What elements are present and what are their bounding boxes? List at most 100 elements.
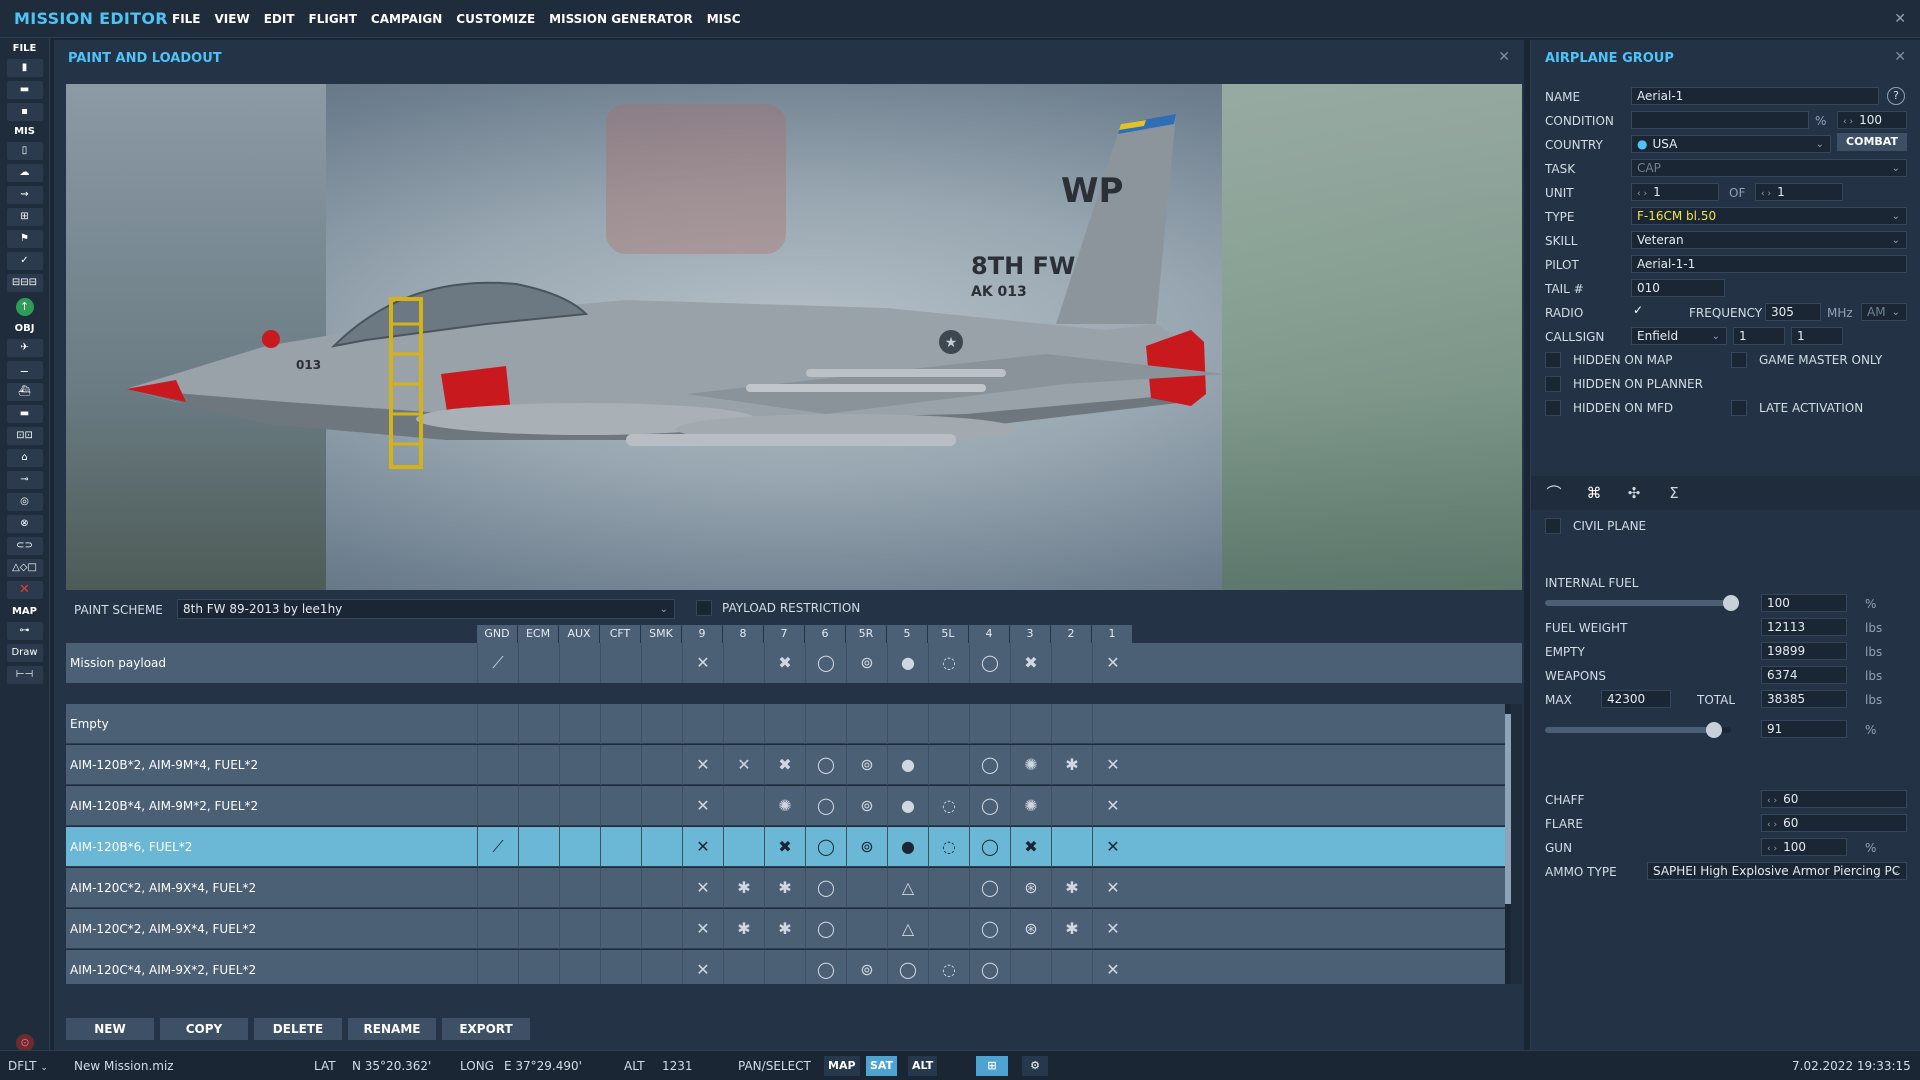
payload-restriction-checkbox[interactable] <box>696 600 712 616</box>
station-cell-5r[interactable]: ⊚ <box>846 786 886 826</box>
delete-icon[interactable]: ✕ <box>6 581 43 599</box>
station-cell-6[interactable]: ◯ <box>805 827 845 867</box>
station-cell-3[interactable]: ✺ <box>1010 745 1050 785</box>
station-cell-5l[interactable] <box>928 745 968 785</box>
airplane-icon[interactable]: ✈ <box>6 339 43 357</box>
station-cell-gnd[interactable] <box>477 950 517 984</box>
country-select[interactable]: ● USA ⌄ <box>1631 135 1831 153</box>
station-cell-5l[interactable]: ◌ <box>928 643 968 683</box>
station-cell-5r[interactable]: ⊚ <box>846 745 886 785</box>
close-icon[interactable]: ✕ <box>1894 49 1906 65</box>
station-cell-9[interactable]: ✕ <box>682 950 722 984</box>
station-cell-6[interactable]: ◯ <box>805 950 845 984</box>
triggers-icon[interactable]: ⇝ <box>6 186 43 204</box>
station-cell-ecm[interactable] <box>518 909 558 949</box>
menu-file[interactable]: FILE <box>172 12 201 26</box>
hidden-on-planner-checkbox[interactable] <box>1545 376 1561 392</box>
station-cell-2[interactable]: ✱ <box>1051 868 1091 908</box>
station-cell-5r[interactable]: ⊚ <box>846 643 886 683</box>
frequency-field[interactable]: 305 <box>1765 303 1821 321</box>
payload-row[interactable]: AIM-120B*6, FUEL*2 ⟋ ✕ ✖ ◯ ⊚ ● ◌ ◯ ✖ ✕ <box>66 827 1511 867</box>
station-cell-aux[interactable] <box>559 909 599 949</box>
station-cell-smk[interactable] <box>641 786 681 826</box>
goals-icon[interactable]: ⚑ <box>6 230 43 248</box>
ship-icon[interactable]: ⛴ <box>6 383 43 401</box>
station-cell-3[interactable]: ✖ <box>1010 643 1050 683</box>
callsign-number-field[interactable]: 1 <box>1733 327 1785 345</box>
skill-select[interactable]: Veteran ⌄ <box>1631 231 1907 249</box>
map-view-button[interactable]: MAP <box>824 1056 860 1076</box>
station-cell-4[interactable]: ◯ <box>969 868 1009 908</box>
station-cell-3[interactable]: ⊛ <box>1010 868 1050 908</box>
template-icon[interactable]: △◇□ <box>6 559 43 577</box>
station-cell-9[interactable] <box>682 704 722 744</box>
station-cell-8[interactable]: ✱ <box>723 909 763 949</box>
station-cell-5[interactable] <box>887 704 927 744</box>
station-cell-1[interactable]: ✕ <box>1092 745 1132 785</box>
station-cell-aux[interactable] <box>559 643 599 683</box>
new-mission-icon[interactable]: ▮ <box>6 59 43 77</box>
station-cell-2[interactable]: ✱ <box>1051 909 1091 949</box>
name-field[interactable]: Aerial-1 <box>1631 87 1879 105</box>
condition-field[interactable]: ‹ › 100 <box>1837 111 1907 129</box>
station-cell-ecm[interactable] <box>518 643 558 683</box>
station-cell-cft[interactable] <box>600 786 640 826</box>
group-icon[interactable]: ⊂⊃ <box>6 537 43 555</box>
station-cell-gnd[interactable] <box>477 868 517 908</box>
station-cell-gnd[interactable]: ⟋ <box>477 827 517 867</box>
zone-icon[interactable]: ⌂ <box>6 449 43 467</box>
station-cell-gnd[interactable] <box>477 704 517 744</box>
payload-scrollbar[interactable] <box>1505 704 1511 984</box>
condition-bar[interactable] <box>1631 111 1809 129</box>
scrollbar-thumb[interactable] <box>1505 714 1511 904</box>
slider-knob[interactable] <box>1723 595 1739 611</box>
station-cell-8[interactable] <box>723 704 763 744</box>
resources-icon[interactable]: ⊞ <box>6 208 43 226</box>
station-cell-gnd[interactable] <box>477 786 517 826</box>
station-cell-9[interactable]: ✕ <box>682 786 722 826</box>
station-cell-7[interactable]: ✖ <box>764 827 804 867</box>
station-cell-cft[interactable] <box>600 704 640 744</box>
route-tab-icon[interactable]: ⌒ <box>1541 480 1567 506</box>
mission-payload-row[interactable]: Mission payload ⟋ ✕ ✖ ◯ ⊚ ● ◌ ◯ ✖ ✕ <box>66 643 1522 683</box>
station-cell-4[interactable]: ◯ <box>969 950 1009 984</box>
menu-flight[interactable]: FLIGHT <box>309 12 357 26</box>
station-cell-aux[interactable] <box>559 827 599 867</box>
weather-icon[interactable]: ☁ <box>6 164 43 182</box>
station-cell-cft[interactable] <box>600 745 640 785</box>
station-cell-aux[interactable] <box>559 704 599 744</box>
ruler-icon[interactable]: ⊢⊣ <box>6 666 43 684</box>
station-cell-smk[interactable] <box>641 745 681 785</box>
payload-row[interactable]: Empty <box>66 704 1511 744</box>
station-cell-5r[interactable] <box>846 868 886 908</box>
stepper-arrows-icon[interactable]: ‹ › <box>1843 117 1853 127</box>
game-master-only-option[interactable]: GAME MASTER ONLY <box>1731 352 1882 368</box>
station-cell-ecm[interactable] <box>518 704 558 744</box>
combat-button[interactable]: COMBAT <box>1837 133 1907 151</box>
modulation-select[interactable]: AM ⌄ <box>1861 303 1907 321</box>
total-weight-slider[interactable] <box>1545 722 1731 738</box>
station-cell-3[interactable]: ✖ <box>1010 827 1050 867</box>
internal-fuel-field[interactable]: 100 <box>1761 594 1847 612</box>
station-cell-9[interactable]: ✕ <box>682 745 722 785</box>
station-cell-6[interactable]: ◯ <box>805 745 845 785</box>
stepper-arrows-icon[interactable]: ‹ › <box>1767 796 1777 806</box>
station-cell-6[interactable] <box>805 704 845 744</box>
copy-button[interactable]: COPY <box>160 1018 248 1040</box>
stepper-arrows-icon[interactable]: ‹ › <box>1637 189 1647 199</box>
station-cell-9[interactable]: ✕ <box>682 827 722 867</box>
station-cell-ecm[interactable] <box>518 786 558 826</box>
station-cell-5r[interactable]: ⊚ <box>846 950 886 984</box>
station-cell-4[interactable] <box>969 704 1009 744</box>
station-cell-5l[interactable]: ◌ <box>928 827 968 867</box>
station-cell-5l[interactable] <box>928 868 968 908</box>
station-cell-gnd[interactable] <box>477 745 517 785</box>
station-cell-8[interactable] <box>723 950 763 984</box>
layers-icon[interactable]: ⊟⊟⊟ <box>6 274 43 292</box>
station-cell-smk[interactable] <box>641 950 681 984</box>
station-cell-5l[interactable] <box>928 909 968 949</box>
station-cell-4[interactable]: ◯ <box>969 643 1009 683</box>
close-icon[interactable]: ✕ <box>1894 11 1906 27</box>
menu-campaign[interactable]: CAMPAIGN <box>371 12 442 26</box>
fuel-weight-field[interactable]: 12113 <box>1761 618 1847 636</box>
